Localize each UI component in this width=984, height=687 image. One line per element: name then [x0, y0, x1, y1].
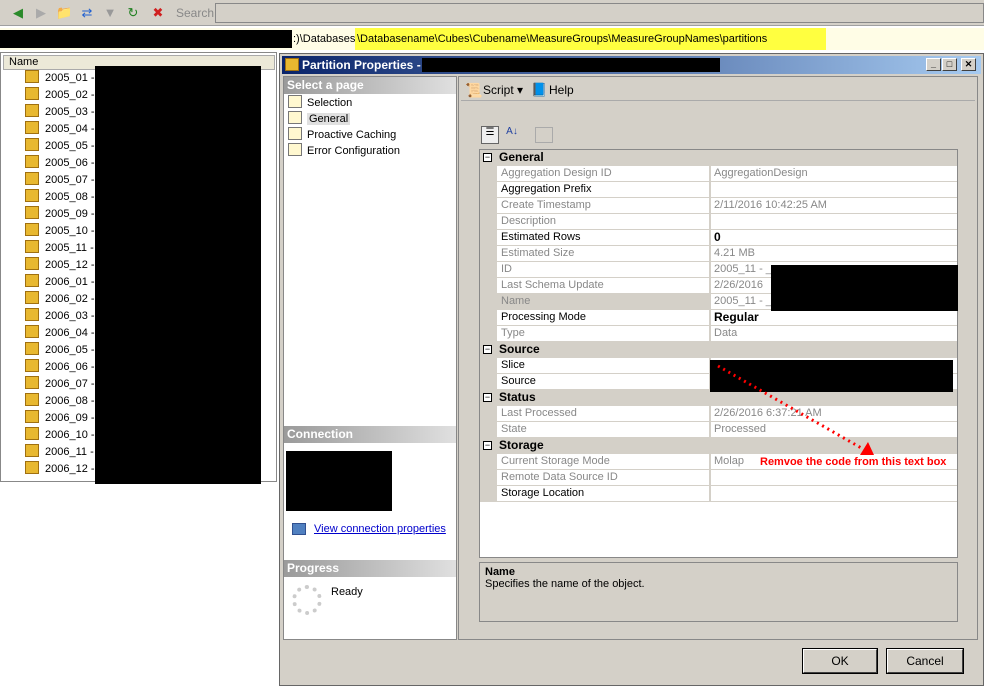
list-item[interactable]: 2006_04 - — [25, 325, 95, 342]
cube-icon — [25, 70, 39, 83]
list-item[interactable]: 2005_07 - — [25, 172, 95, 189]
list-item-label: 2006_01 - — [45, 276, 95, 288]
list-item[interactable]: 2006_03 - — [25, 308, 95, 325]
cube-icon — [25, 172, 39, 185]
cube-icon — [25, 461, 39, 474]
filter-icon[interactable]: ▼ — [102, 5, 118, 21]
list-item-label: 2005_10 - — [45, 225, 95, 237]
refresh-icon[interactable]: ↻ — [125, 5, 141, 21]
list-item-label: 2006_11 - — [45, 446, 94, 458]
forward-icon[interactable]: ▶ — [33, 5, 49, 21]
list-item-label: 2005_04 - — [45, 123, 95, 135]
list-item[interactable]: 2005_05 - — [25, 138, 95, 155]
back-icon[interactable]: ◀ — [10, 5, 26, 21]
toolbar: ◀ ▶ 📁 ⇄ ▼ ↻ ✖ Search — [0, 0, 984, 26]
list-item[interactable]: 2006_12 - — [25, 461, 95, 478]
list-item-label: 2005_12 - — [45, 259, 95, 271]
list-item-label: 2006_10 - — [45, 429, 95, 441]
list-item[interactable]: 2006_02 - — [25, 291, 95, 308]
address-bar: :)\Databases \Databasename\Cubes\Cubenam… — [0, 28, 984, 50]
list-item[interactable]: 2005_10 - — [25, 223, 95, 240]
list-item-label: 2006_07 - — [45, 378, 95, 390]
list-item[interactable]: 2006_11 - — [25, 444, 94, 461]
cube-icon — [25, 359, 39, 372]
annotation-text: Remvoe the code from this text box — [760, 456, 947, 468]
cube-icon — [25, 325, 39, 338]
list-item[interactable]: 2005_09 - — [25, 206, 95, 223]
list-item[interactable]: 2005_03 - — [25, 104, 95, 121]
list-item[interactable]: 2006_05 - — [25, 342, 95, 359]
delete-script-icon[interactable]: ✖ — [150, 5, 166, 21]
cube-icon — [25, 393, 39, 406]
list-item-label: 2006_08 - — [45, 395, 95, 407]
list-item[interactable]: 2006_10 - — [25, 427, 95, 444]
list-item-label: 2005_07 - — [45, 174, 95, 186]
list-item[interactable]: 2005_12 - — [25, 257, 95, 274]
partition-list: Name 2005_01 -2005_02 -2005_03 -2005_04 … — [0, 52, 277, 484]
list-item-label: 2006_03 - — [45, 310, 95, 322]
list-item-label: 2005_11 - — [45, 242, 94, 254]
cube-icon — [25, 104, 39, 117]
list-item[interactable]: 2005_08 - — [25, 189, 95, 206]
list-item[interactable]: 2006_07 - — [25, 376, 95, 393]
list-item[interactable]: 2006_09 - — [25, 410, 95, 427]
cube-icon — [25, 206, 39, 219]
list-item-label: 2006_04 - — [45, 327, 95, 339]
list-item[interactable]: 2006_01 - — [25, 274, 95, 291]
list-item[interactable]: 2005_11 - — [25, 240, 94, 257]
list-item[interactable]: 2005_04 - — [25, 121, 95, 138]
description-text: Specifies the name of the object. — [485, 578, 645, 590]
list-item[interactable]: 2005_02 - — [25, 87, 95, 104]
list-item-label: 2006_05 - — [45, 344, 95, 356]
cube-icon — [25, 410, 39, 423]
cancel-button[interactable]: Cancel — [886, 648, 964, 674]
cube-icon — [25, 342, 39, 355]
cube-icon — [25, 155, 39, 168]
folder-up-icon[interactable]: 📁 — [56, 5, 72, 21]
list-item-label: 2006_09 - — [45, 412, 95, 424]
cube-icon — [25, 257, 39, 270]
search-label: Search — [176, 6, 215, 20]
cube-icon — [25, 121, 39, 134]
list-item-label: 2005_01 - — [45, 72, 95, 84]
list-item-label: 2006_06 - — [45, 361, 95, 373]
list-item[interactable]: 2006_08 - — [25, 393, 95, 410]
list-item-label: 2006_12 - — [45, 463, 95, 475]
ok-button[interactable]: OK — [802, 648, 878, 674]
cube-icon — [25, 240, 39, 253]
cube-icon — [25, 444, 39, 457]
sync-icon[interactable]: ⇄ — [79, 5, 95, 21]
redacted-block — [95, 66, 261, 484]
list-item[interactable]: 2006_06 - — [25, 359, 95, 376]
path-plain: :)\Databases — [293, 33, 356, 45]
cube-icon — [25, 138, 39, 151]
cube-icon — [25, 223, 39, 236]
cube-icon — [25, 308, 39, 321]
list-item[interactable]: 2005_01 - — [25, 70, 95, 87]
cube-icon — [25, 189, 39, 202]
redacted-block — [0, 30, 292, 48]
cube-icon — [25, 427, 39, 440]
description-panel: Name Specifies the name of the object. — [479, 562, 958, 622]
list-item-label: 2005_02 - — [45, 89, 95, 101]
list-item-label: 2005_08 - — [45, 191, 95, 203]
list-item-label: 2006_02 - — [45, 293, 95, 305]
list-item-label: 2005_09 - — [45, 208, 95, 220]
partition-properties-dialog: Partition Properties - _ □ ✕ Select a pa… — [279, 53, 984, 686]
description-title: Name — [485, 566, 515, 578]
list-item-label: 2005_03 - — [45, 106, 95, 118]
cube-icon — [25, 87, 39, 100]
list-item-label: 2005_05 - — [45, 140, 95, 152]
search-input[interactable] — [215, 3, 984, 23]
list-item[interactable]: 2005_06 - — [25, 155, 95, 172]
cube-icon — [25, 376, 39, 389]
list-item-label: 2005_06 - — [45, 157, 95, 169]
cube-icon — [25, 274, 39, 287]
path-highlight: \Databasename\Cubes\Cubename\MeasureGrou… — [355, 28, 826, 50]
cube-icon — [25, 291, 39, 304]
